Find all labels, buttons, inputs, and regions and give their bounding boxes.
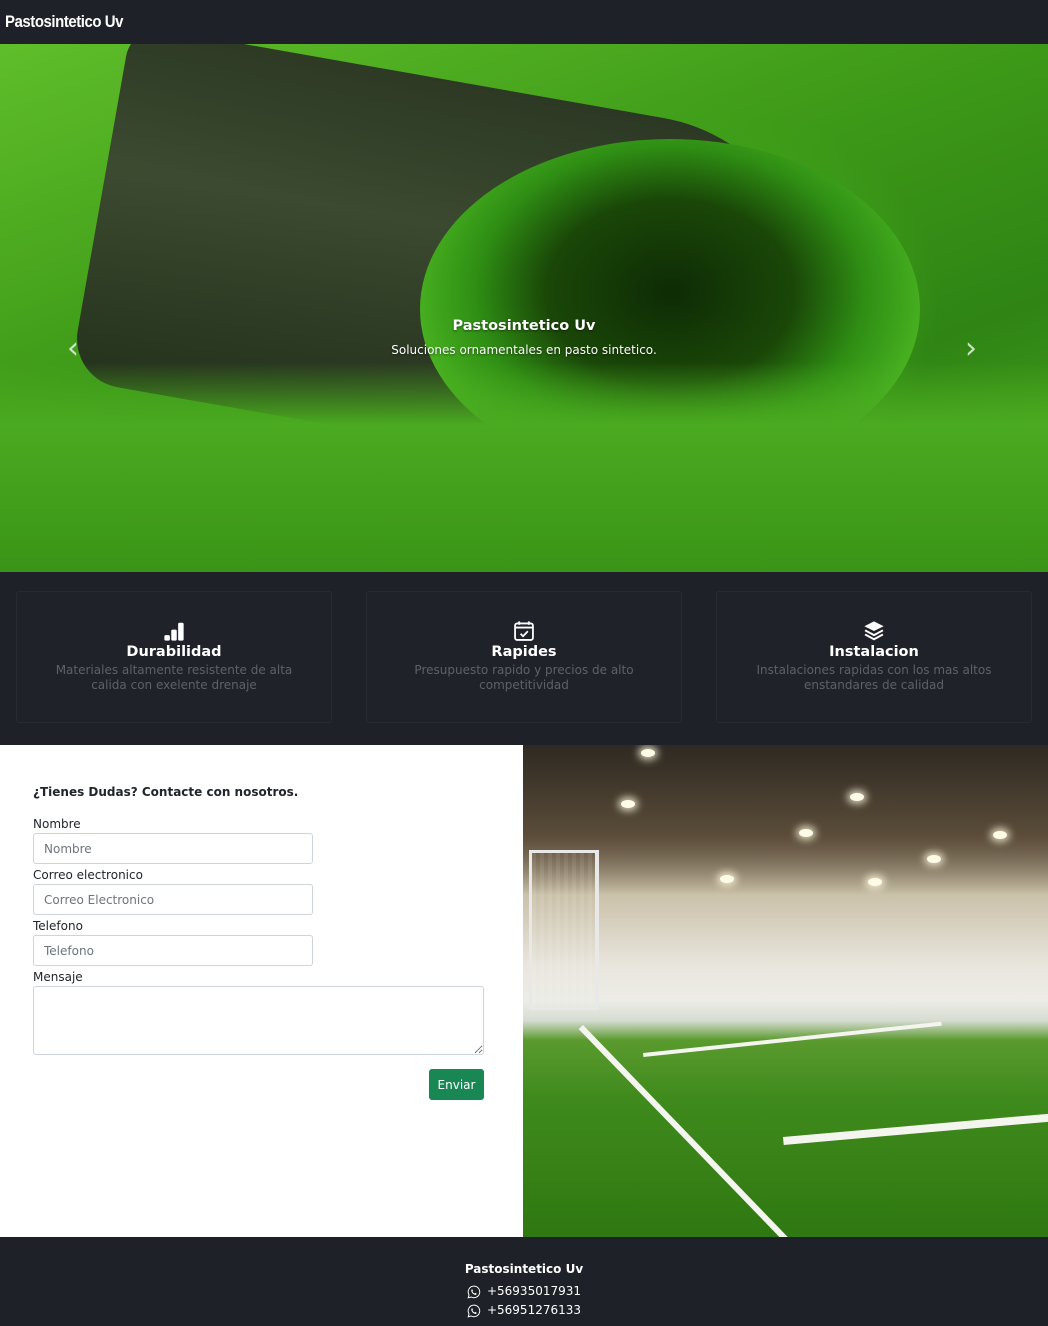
footer: Pastosintetico Uv +56935017931 +56951276… xyxy=(0,1237,1048,1326)
carousel-caption-title: Pastosintetico Uv xyxy=(452,318,596,334)
footer-phone-number: +56935017931 xyxy=(486,1284,582,1298)
image-light xyxy=(850,793,864,801)
calendar-check-icon xyxy=(514,621,534,641)
carousel-caption-subtitle: Soluciones ornamentales en pasto sinteti… xyxy=(391,343,657,357)
image-light xyxy=(799,829,813,837)
image-light xyxy=(621,800,635,808)
image-goal xyxy=(529,850,599,1010)
feature-title: Rapides xyxy=(491,644,557,660)
feature-text: Materiales altamente resistente de alta … xyxy=(55,663,293,692)
submit-button[interactable]: Enviar xyxy=(429,1069,484,1100)
navbar: Pastosintetico Uv xyxy=(0,0,1048,44)
hero-image-grass xyxy=(0,362,1048,572)
carousel-caption: Pastosintetico Uv Soluciones ornamentale… xyxy=(0,318,1048,357)
contact-heading: ¿Tienes Dudas? Contacte con nosotros. xyxy=(33,785,299,799)
message-label: Mensaje xyxy=(33,970,83,984)
image-field-line xyxy=(783,1113,1048,1145)
email-input[interactable] xyxy=(33,884,313,915)
email-label: Correo electronico xyxy=(33,868,143,882)
feature-card-rapides: Rapides Presupuesto rapido y precios de … xyxy=(366,591,682,723)
image-light xyxy=(927,855,941,863)
submit-row: Enviar xyxy=(33,1069,484,1100)
footer-phone-2[interactable]: +56951276133 xyxy=(0,1301,1048,1320)
footer-phone-number: +56951276133 xyxy=(486,1303,582,1317)
footer-brand: Pastosintetico Uv xyxy=(464,1262,584,1276)
feature-text: Presupuesto rapido y precios de alto com… xyxy=(414,663,634,692)
image-roof xyxy=(523,745,1048,895)
indoor-soccer-field-image xyxy=(523,745,1048,1237)
feature-title: Durabilidad xyxy=(126,644,222,660)
name-input[interactable] xyxy=(33,833,313,864)
contact-form: ¿Tienes Dudas? Contacte con nosotros. No… xyxy=(0,745,523,1237)
feature-card-durabilidad: Durabilidad Materiales altamente resiste… xyxy=(16,591,332,723)
feature-title: Instalacion xyxy=(829,644,919,660)
navbar-brand[interactable]: Pastosintetico Uv xyxy=(5,12,123,32)
contact-section: ¿Tienes Dudas? Contacte con nosotros. No… xyxy=(0,745,1048,1237)
name-label: Nombre xyxy=(33,817,81,831)
hero-carousel: ‹ › Pastosintetico Uv Soluciones ornamen… xyxy=(0,44,1048,572)
features-section: Durabilidad Materiales altamente resiste… xyxy=(0,572,1048,745)
image-light xyxy=(641,749,655,757)
feature-text: Instalaciones rapidas con los mas altos … xyxy=(756,663,992,692)
whatsapp-icon xyxy=(467,1285,481,1298)
image-light xyxy=(993,831,1007,839)
phone-input[interactable] xyxy=(33,935,313,966)
phone-label: Telefono xyxy=(33,919,83,933)
footer-phone-1[interactable]: +56935017931 xyxy=(0,1282,1048,1301)
bar-chart-icon xyxy=(164,622,184,641)
image-light xyxy=(868,878,882,886)
feature-card-instalacion: Instalacion Instalaciones rapidas con lo… xyxy=(716,591,1032,723)
layers-icon xyxy=(864,621,884,641)
image-field-line xyxy=(643,1021,942,1057)
image-light xyxy=(720,875,734,883)
whatsapp-icon xyxy=(467,1304,481,1317)
message-textarea[interactable] xyxy=(33,986,484,1055)
image-field-line xyxy=(578,1025,792,1237)
